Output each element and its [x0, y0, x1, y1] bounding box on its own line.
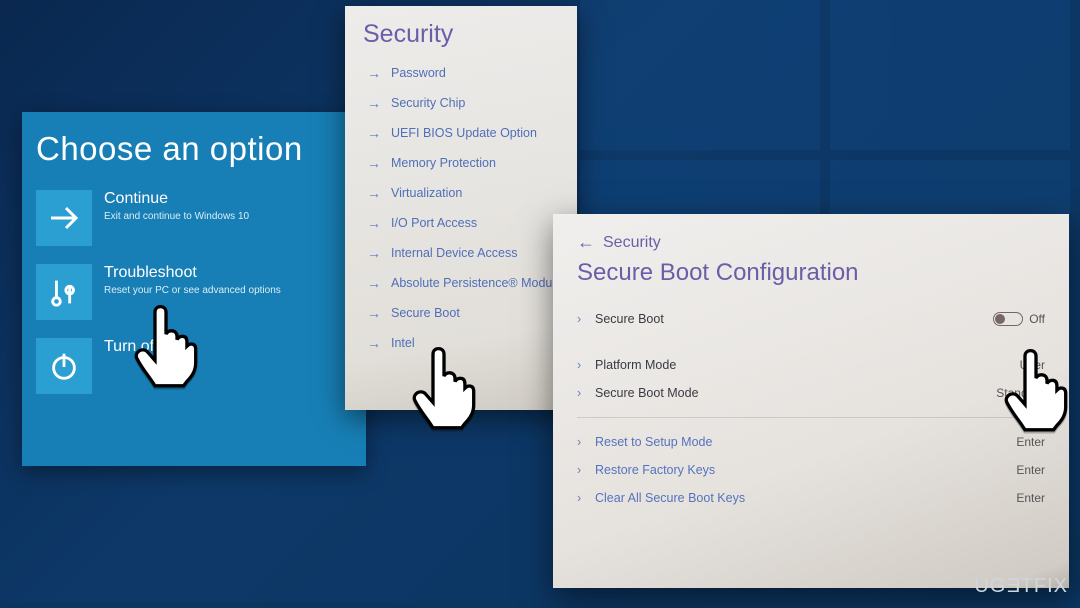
security-item-label: Virtualization	[391, 186, 462, 200]
security-title: Security	[363, 20, 563, 49]
bottom-bar	[0, 602, 1080, 608]
security-item-uefi-bios-update-option[interactable]: → UEFI BIOS Update Option	[367, 125, 563, 141]
arrow-right-icon: →	[367, 215, 381, 231]
tile-title: Troubleshoot	[104, 264, 281, 282]
tile-subtitle: Exit and continue to Windows 10	[104, 210, 249, 223]
chevron-right-icon: ›	[577, 491, 595, 505]
power-icon	[36, 338, 92, 394]
row-label: Platform Mode	[595, 358, 1020, 372]
arrow-right-icon: →	[367, 155, 381, 171]
action-value: Enter	[1016, 463, 1045, 477]
security-item-memory-protection[interactable]: → Memory Protection	[367, 155, 563, 171]
secure-boot-panel: ← Security Secure Boot Configuration › S…	[553, 214, 1069, 588]
security-item-absolute-persistence-module[interactable]: → Absolute Persistence® Module	[367, 275, 563, 291]
winre-panel: Choose an option Continue Exit and conti…	[22, 112, 366, 466]
chevron-right-icon: ›	[577, 435, 595, 449]
action-label: Reset to Setup Mode	[595, 435, 1016, 449]
security-item-password[interactable]: → Password	[367, 65, 563, 81]
security-item-virtualization[interactable]: → Virtualization	[367, 185, 563, 201]
security-item-label: Password	[391, 66, 446, 80]
arrow-right-icon: →	[367, 185, 381, 201]
security-item-label: I/O Port Access	[391, 216, 477, 230]
back-arrow-icon[interactable]: ←	[577, 232, 595, 253]
cursor-hand-icon	[408, 342, 480, 430]
tile-subtitle: Reset your PC or see advanced options	[104, 284, 281, 297]
arrow-right-icon: →	[367, 245, 381, 261]
security-item-internal-device-access[interactable]: → Internal Device Access	[367, 245, 563, 261]
row-secure-boot-mode[interactable]: › Secure Boot Mode Standard	[577, 379, 1045, 407]
secure-boot-toggle[interactable]: Off	[993, 312, 1045, 326]
action-value: Enter	[1016, 491, 1045, 505]
chevron-right-icon: ›	[577, 312, 595, 326]
tile-title: Continue	[104, 190, 249, 208]
arrow-right-icon: →	[367, 305, 381, 321]
row-secure-boot[interactable]: › Secure Boot Off	[577, 305, 1045, 333]
row-label: Secure Boot Mode	[595, 386, 996, 400]
arrow-right-icon: →	[367, 125, 381, 141]
security-item-i-o-port-access[interactable]: → I/O Port Access	[367, 215, 563, 231]
security-item-label: Secure Boot	[391, 306, 460, 320]
toggle-value: Off	[1029, 312, 1045, 326]
chevron-right-icon: ›	[577, 386, 595, 400]
security-item-label: Memory Protection	[391, 156, 496, 170]
winre-title: Choose an option	[36, 130, 352, 168]
arrow-right-icon: →	[367, 65, 381, 81]
arrow-right-icon: →	[367, 335, 381, 351]
breadcrumb-label: Security	[603, 234, 661, 252]
action-clear-all-secure-boot-keys[interactable]: ›Clear All Secure Boot KeysEnter	[577, 484, 1045, 512]
tile-continue[interactable]: Continue Exit and continue to Windows 10	[36, 190, 352, 246]
arrow-right-icon	[36, 190, 92, 246]
row-label: Secure Boot	[595, 312, 993, 326]
security-item-label: UEFI BIOS Update Option	[391, 126, 537, 140]
row-platform-mode[interactable]: › Platform Mode User	[577, 351, 1045, 379]
security-item-security-chip[interactable]: → Security Chip	[367, 95, 563, 111]
action-reset-to-setup-mode[interactable]: ›Reset to Setup ModeEnter	[577, 428, 1045, 456]
secure-boot-title: Secure Boot Configuration	[577, 259, 1045, 287]
security-item-label: Security Chip	[391, 96, 465, 110]
breadcrumb: ← Security	[577, 232, 1045, 253]
security-item-label: Internal Device Access	[391, 246, 517, 260]
arrow-right-icon: →	[367, 95, 381, 111]
security-item-label: Absolute Persistence® Module	[391, 276, 562, 290]
chevron-right-icon: ›	[577, 463, 595, 477]
cursor-hand-icon	[130, 300, 202, 388]
action-restore-factory-keys[interactable]: ›Restore Factory KeysEnter	[577, 456, 1045, 484]
security-item-secure-boot[interactable]: → Secure Boot	[367, 305, 563, 321]
divider	[577, 417, 1045, 418]
action-label: Restore Factory Keys	[595, 463, 1016, 477]
action-label: Clear All Secure Boot Keys	[595, 491, 1016, 505]
chevron-right-icon: ›	[577, 358, 595, 372]
arrow-right-icon: →	[367, 275, 381, 291]
tools-icon	[36, 264, 92, 320]
watermark: UGETFIX	[974, 575, 1068, 598]
cursor-hand-icon	[1000, 344, 1072, 432]
action-value: Enter	[1016, 435, 1045, 449]
